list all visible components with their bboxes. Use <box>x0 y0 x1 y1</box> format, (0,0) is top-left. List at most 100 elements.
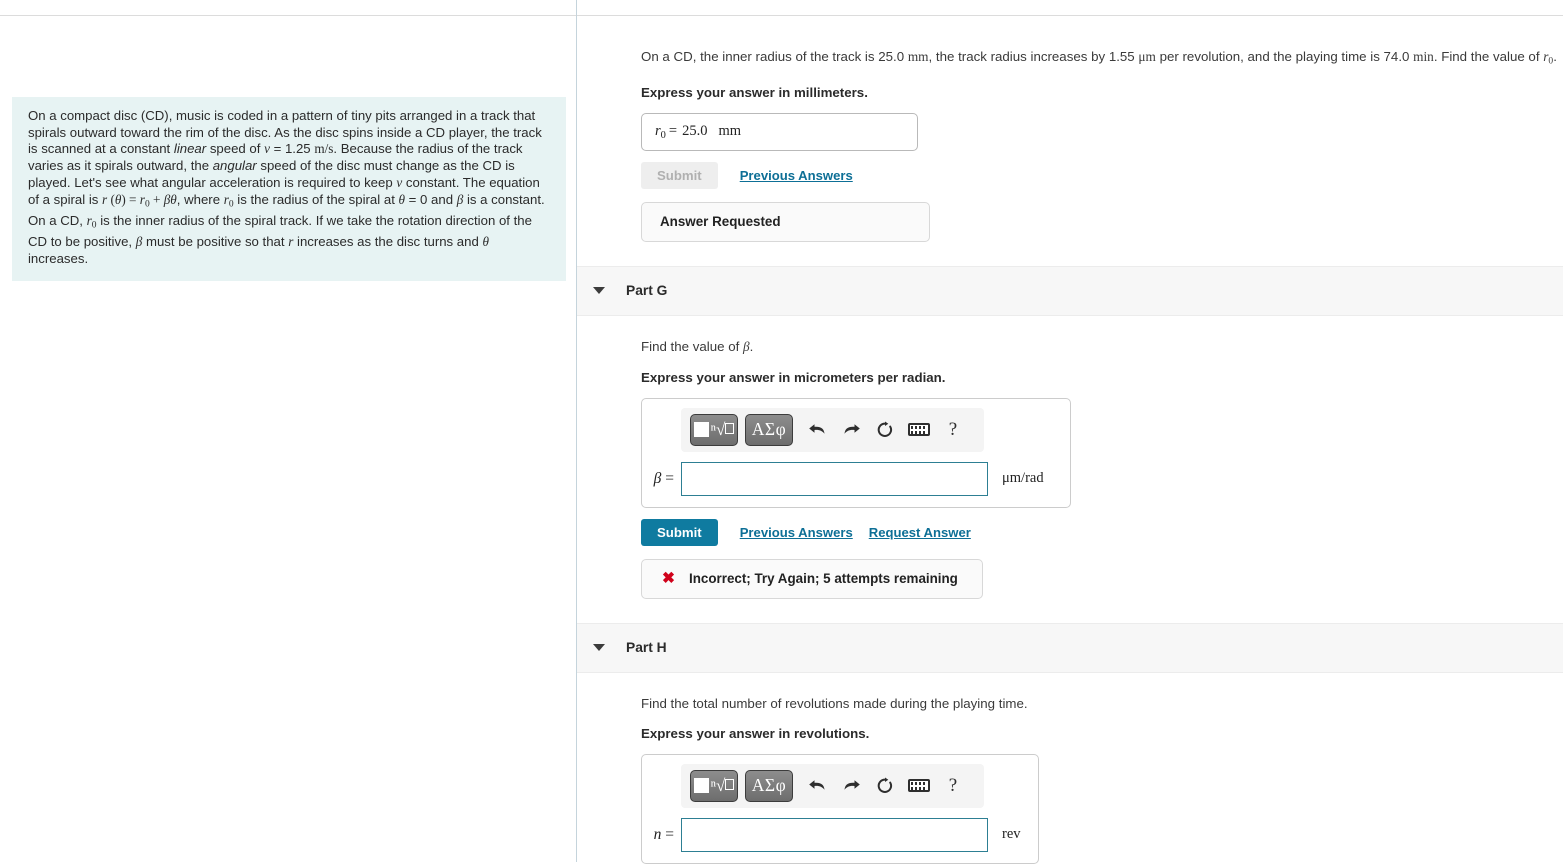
prompt-var-beta: β <box>743 338 750 354</box>
answer-column: On a CD, the inner radius of the track i… <box>577 0 1563 864</box>
part-g-incorrect-status: ✖ Incorrect; Try Again; 5 attempts remai… <box>641 558 983 599</box>
part-h-variable-label: n = <box>653 825 674 843</box>
part-g-prompt: Find the value of β. <box>641 339 1557 355</box>
part-g-header[interactable]: Part G <box>577 265 1563 316</box>
intro-text-segment: speed of <box>206 141 265 157</box>
part-g-express-instruction: Express your answer in micrometers per r… <box>641 369 946 385</box>
intro-text-segment: increases. <box>28 250 89 266</box>
math-template-button[interactable]: ⁿ√ <box>690 413 738 446</box>
keyboard-icon[interactable] <box>902 770 936 802</box>
intro-spiral-equation: r (θ) = r0 + βθ <box>102 191 177 210</box>
help-icon[interactable]: ? <box>936 770 970 802</box>
square-glyph-icon <box>693 778 709 794</box>
part-h-math-toolbar: ⁿ√ ΑΣφ ? <box>681 763 984 808</box>
undo-arrow-svg <box>808 424 824 434</box>
part-g-unit-label: μm/rad <box>1002 470 1044 487</box>
part-h-prompt: Find the total number of revolutions mad… <box>641 695 1028 711</box>
previous-answers-link[interactable]: Previous Answers <box>740 168 853 183</box>
question-text-segment: On a CD, the inner radius of the track i… <box>641 49 908 64</box>
keyboard-glyph <box>908 779 930 793</box>
part-h-unit-label: rev <box>1002 826 1021 843</box>
undo-arrow-svg <box>808 780 824 790</box>
greek-symbols-button[interactable]: ΑΣφ <box>745 769 793 802</box>
greek-letters-label: ΑΣφ <box>751 775 787 796</box>
part-g-answer-input[interactable] <box>681 461 988 496</box>
question-text-segment: per revolution, and the playing time is … <box>1155 49 1414 64</box>
part-h-answer-input[interactable] <box>681 817 988 852</box>
greek-letters-label: ΑΣφ <box>751 419 787 440</box>
question-text-segment: . <box>1553 49 1557 64</box>
intro-emph-linear: linear <box>173 141 207 157</box>
help-icon[interactable]: ? <box>936 414 970 446</box>
part-h-express-instruction: Express your answer in revolutions. <box>641 725 870 741</box>
radical-icon: ⁿ√ <box>711 777 735 794</box>
problem-statement-column: On a compact disc (CD), music is coded i… <box>0 0 577 862</box>
keyboard-icon[interactable] <box>902 414 936 446</box>
answer-variable-label: r0 <box>655 122 666 141</box>
part-g-previous-answers-link[interactable]: Previous Answers <box>740 525 853 540</box>
prompt-text-segment: . <box>749 338 754 354</box>
undo-icon[interactable] <box>800 414 834 446</box>
question-text-segment: , the track radius increases by 1.55 <box>928 49 1139 64</box>
redo-icon[interactable] <box>834 770 868 802</box>
redo-arrow-svg <box>844 424 860 434</box>
page-root: On a compact disc (CD), music is coded i… <box>0 0 1563 864</box>
square-glyph-icon <box>693 422 709 438</box>
keyboard-glyph <box>908 423 930 437</box>
part-h-body: Find the total number of revolutions mad… <box>577 673 1563 864</box>
intro-text-segment: = 0 and <box>405 191 457 207</box>
reset-icon[interactable] <box>868 770 902 802</box>
top-question-action-row: Submit Previous Answers <box>641 161 1557 189</box>
intro-unit-ms: m/s <box>314 141 334 157</box>
top-answer-readonly-box[interactable]: r0 = 25.0 mm <box>641 112 918 151</box>
part-g-request-answer-link[interactable]: Request Answer <box>869 525 971 540</box>
answer-value: 25.0 <box>682 123 708 140</box>
top-question-block: On a CD, the inner radius of the track i… <box>577 0 1563 242</box>
part-g-answer-widget: ⁿ√ ΑΣφ ? β = μm/rad <box>641 397 1071 508</box>
part-g-variable-label: β = <box>653 469 674 487</box>
chevron-down-icon[interactable] <box>593 644 605 652</box>
answer-equals-sign: = <box>668 123 678 140</box>
redo-icon[interactable] <box>834 414 868 446</box>
part-g-title: Part G <box>626 283 668 299</box>
problem-intro-box: On a compact disc (CD), music is coded i… <box>12 97 566 281</box>
intro-text-segment: is the radius of the spiral at <box>233 191 399 207</box>
intro-var-r0-b: r0 <box>86 212 97 231</box>
reset-circular-arrow-svg <box>877 777 893 793</box>
part-h-input-row: n = rev <box>652 817 1028 852</box>
part-h-answer-widget: ⁿ√ ΑΣφ ? n = rev <box>641 753 1039 864</box>
part-g-status-text: Incorrect; Try Again; 5 attempts remaini… <box>689 571 958 587</box>
error-x-icon: ✖ <box>662 569 675 587</box>
intro-var-r0: r0 <box>223 191 234 210</box>
undo-icon[interactable] <box>800 770 834 802</box>
intro-text-segment: increases as the disc turns and <box>293 234 483 250</box>
greek-symbols-button[interactable]: ΑΣφ <box>745 413 793 446</box>
part-g-body: Find the value of β. Express your answer… <box>577 316 1563 599</box>
intro-text-segment: , where <box>176 191 224 207</box>
part-g-math-toolbar: ⁿ√ ΑΣφ ? <box>681 407 984 452</box>
intro-var-theta-b: θ <box>482 234 489 250</box>
redo-arrow-svg <box>844 780 860 790</box>
answer-requested-status: Answer Requested <box>641 201 930 242</box>
radical-icon: ⁿ√ <box>711 421 735 438</box>
math-template-button[interactable]: ⁿ√ <box>690 769 738 802</box>
question-var-r0: r0 <box>1543 49 1554 67</box>
top-question-text: On a CD, the inner radius of the track i… <box>641 48 1557 70</box>
part-h-title: Part H <box>626 640 667 656</box>
answer-requested-label: Answer Requested <box>660 214 781 230</box>
part-g-submit-button[interactable]: Submit <box>641 518 718 546</box>
unit-micrometer: μm <box>1138 49 1156 64</box>
part-h-header[interactable]: Part H <box>577 622 1563 673</box>
intro-text-segment: must be positive so that <box>142 234 289 250</box>
part-g-input-row: β = μm/rad <box>652 461 1060 496</box>
intro-emph-angular: angular <box>212 158 257 174</box>
chevron-down-icon[interactable] <box>593 287 605 295</box>
prompt-text-segment: Find the value of <box>641 338 744 354</box>
intro-text-segment: = 1.25 <box>269 141 315 157</box>
answer-unit: mm <box>718 123 741 140</box>
reset-icon[interactable] <box>868 414 902 446</box>
unit-mm: mm <box>907 49 929 64</box>
unit-min: min <box>1413 49 1434 64</box>
reset-circular-arrow-svg <box>877 421 893 437</box>
submit-button-disabled: Submit <box>641 161 718 189</box>
